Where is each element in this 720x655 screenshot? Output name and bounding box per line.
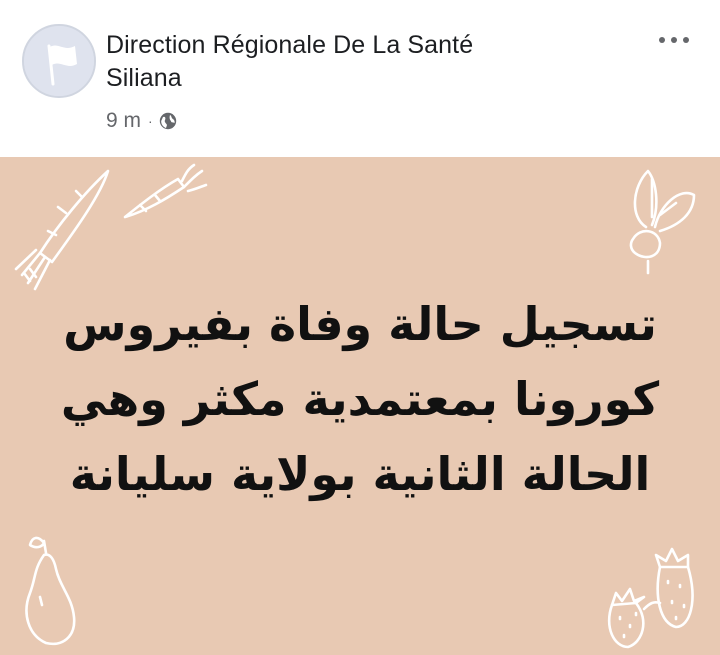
post-timestamp[interactable]: 9 m [106, 109, 141, 133]
beet-icon [629, 169, 696, 275]
page-name-line1: Direction Régionale De La Santé [106, 31, 474, 59]
more-options-button[interactable] [652, 26, 696, 54]
text-line-1: تسجيل حالة وفاة بفيروس [63, 297, 657, 351]
post-image[interactable]: تسجيل حالة وفاة بفيروس كورونا بمعتمدية م… [0, 157, 720, 655]
carrot-icon [123, 163, 208, 219]
strawberry-icon [607, 587, 646, 649]
post-image-text: تسجيل حالة وفاة بفيروس كورونا بمعتمدية م… [40, 287, 680, 512]
carrot-icon [14, 169, 110, 291]
meta-separator: · [148, 113, 153, 129]
page-name-line2: Siliana [106, 64, 182, 92]
post-header: Direction Régionale De La Santé Siliana … [0, 0, 720, 157]
text-line-3: الحالة الثانية بولاية سليانة [69, 447, 651, 501]
text-line-2: كورونا بمعتمدية مكثر وهي [60, 372, 660, 426]
globe-icon[interactable] [159, 112, 177, 130]
white-flag-icon [24, 26, 94, 96]
pear-icon [25, 536, 76, 646]
post-meta: 9 m · [106, 108, 177, 134]
page-avatar[interactable] [22, 24, 96, 98]
page-name-link[interactable]: Direction Régionale De La Santé Siliana [106, 29, 626, 95]
more-dots-icon [659, 37, 689, 43]
strawberry-icon [654, 547, 694, 629]
